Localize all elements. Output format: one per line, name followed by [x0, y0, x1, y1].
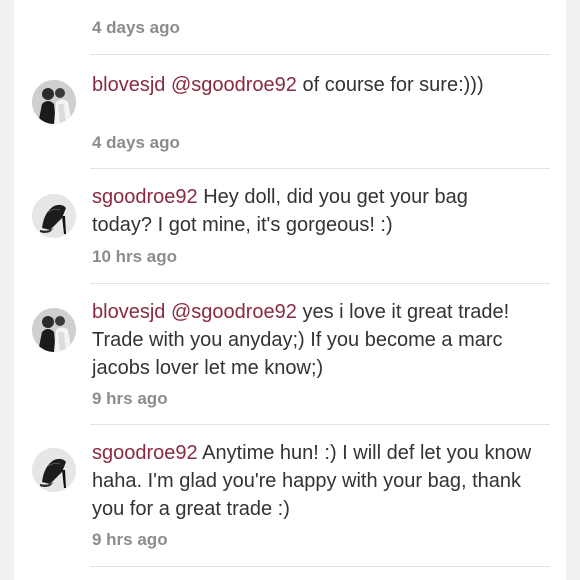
comment-divider: [90, 566, 550, 567]
comment-username[interactable]: sgoodroe92: [92, 442, 198, 464]
comment-list: 4 days ago blovesjd @sgoodroe92 of cours…: [14, 0, 566, 580]
comment-username[interactable]: blovesjd: [92, 74, 165, 96]
comment-body: blovesjd @sgoodroe92 of course for sure:…: [92, 71, 532, 99]
comment-body: sgoodroe92 Anytime hun! :) I will def le…: [92, 439, 532, 523]
comments-page: 4 days ago blovesjd @sgoodroe92 of cours…: [0, 0, 580, 580]
comment-body: sgoodroe92 Hey doll, did you get your ba…: [92, 183, 532, 239]
comment-item: 4 days ago: [14, 0, 566, 54]
comment-timestamp: 9 hrs ago: [92, 530, 168, 549]
comment-timestamp: 4 days ago: [92, 18, 180, 37]
black-heels-avatar-icon[interactable]: [32, 448, 76, 492]
couple-photo-avatar-icon[interactable]: [32, 308, 76, 352]
comment-username[interactable]: sgoodroe92: [92, 186, 198, 208]
comment-timestamp: 4 days ago: [92, 133, 180, 152]
comment-timestamp: 9 hrs ago: [92, 389, 168, 408]
comment-item: blovesjd @sgoodroe92 of course for sure:…: [14, 55, 566, 168]
comment-item: sgoodroe92 Hey doll, did you get your ba…: [14, 169, 566, 283]
comment-mention[interactable]: @sgoodroe92: [171, 74, 297, 96]
couple-photo-avatar-icon[interactable]: [32, 80, 76, 124]
comment-item: blovesjd @sgoodroe92 yes i love it great…: [14, 284, 566, 424]
comment-timestamp: 10 hrs ago: [92, 247, 178, 266]
comment-item: sgoodroe92 Anytime hun! :) I will def le…: [14, 425, 566, 565]
comment-text: of course for sure:))): [296, 74, 484, 96]
black-heels-avatar-icon[interactable]: [32, 194, 76, 238]
comment-username[interactable]: blovesjd: [92, 301, 165, 323]
comment-mention[interactable]: @sgoodroe92: [171, 301, 297, 323]
comment-body: blovesjd @sgoodroe92 yes i love it great…: [92, 298, 532, 382]
